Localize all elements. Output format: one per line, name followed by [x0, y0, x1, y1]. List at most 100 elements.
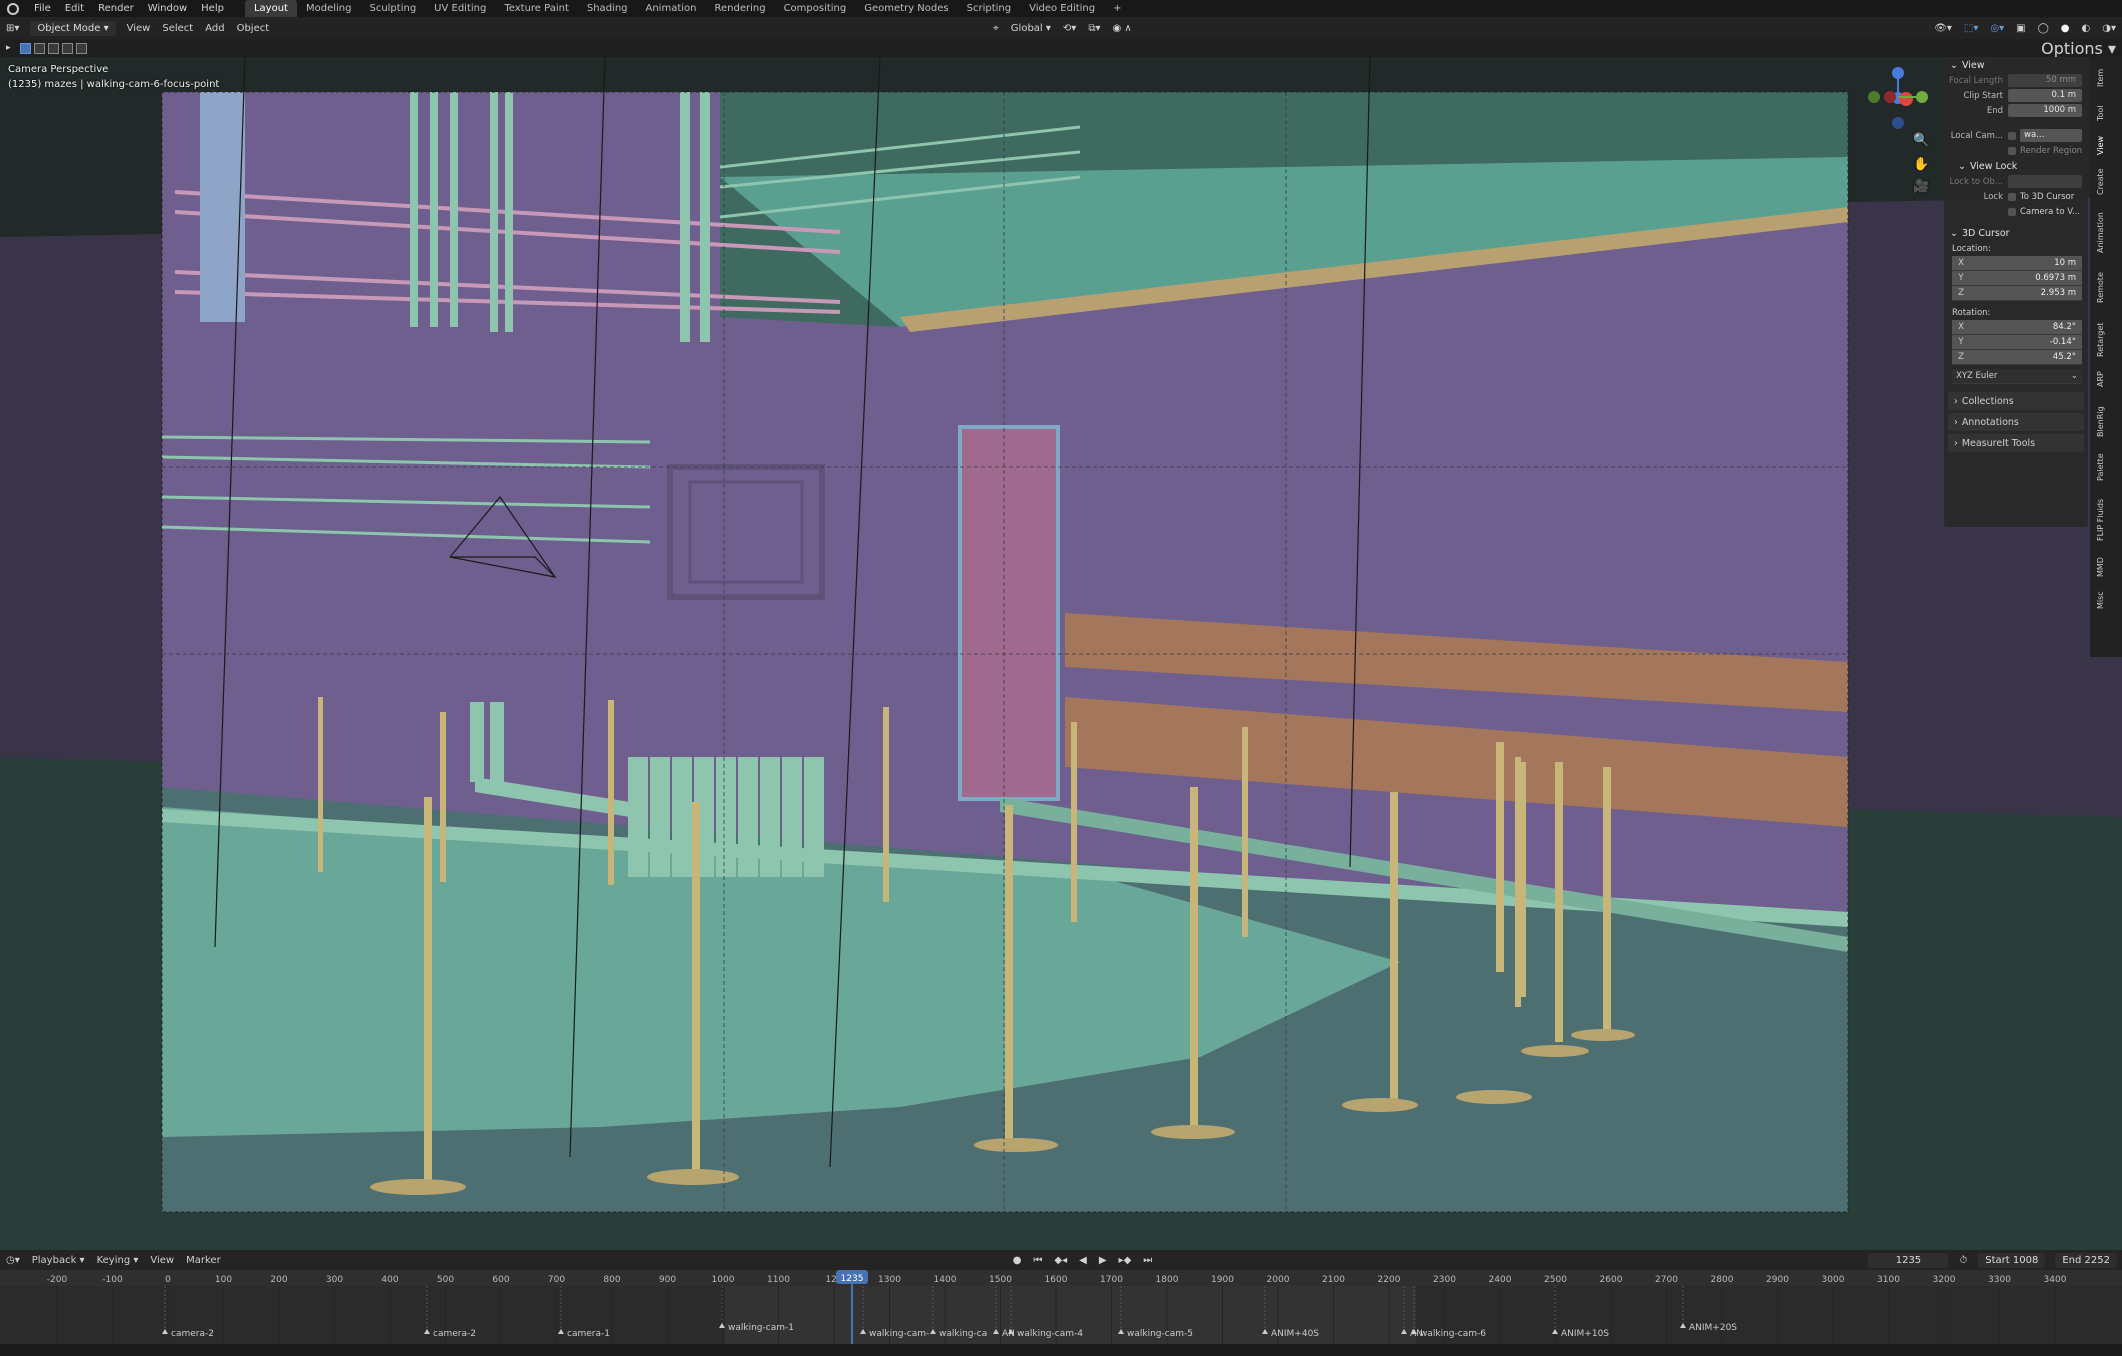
camera-view-icon[interactable]: 🎥: [1913, 179, 1929, 194]
tab-item[interactable]: Item: [2096, 69, 2105, 87]
select-invert-icon[interactable]: [61, 42, 73, 54]
workspace-tab-compositing[interactable]: Compositing: [775, 0, 856, 17]
cursor-rotation-z-field[interactable]: Z 45.2°: [1952, 350, 2082, 365]
marker-label[interactable]: camera-2: [171, 1329, 214, 1339]
jump-end-icon[interactable]: ⏭: [1137, 1253, 1158, 1268]
playback-menu[interactable]: Playback ▾: [26, 1253, 91, 1268]
transform-orientation-icon[interactable]: ⌖: [987, 21, 1005, 36]
timeline-view-menu[interactable]: View: [144, 1253, 180, 1268]
measureit-section[interactable]: › MeasureIt Tools: [1948, 434, 2084, 452]
pivot-icon[interactable]: ⟲▾: [1057, 21, 1082, 36]
marker-label[interactable]: walking-cam-4: [1017, 1329, 1083, 1339]
tab-retarget[interactable]: Retarget: [2096, 323, 2105, 357]
workspace-tab-modeling[interactable]: Modeling: [297, 0, 361, 17]
render-region-checkbox[interactable]: [2008, 146, 2016, 155]
marker-menu[interactable]: Marker: [180, 1253, 227, 1268]
rotation-mode-dropdown[interactable]: XYZ Euler ⌄: [1952, 369, 2082, 384]
local-camera-field[interactable]: wa...: [2020, 129, 2082, 142]
overlays-icon[interactable]: ◎▾: [1984, 21, 2010, 36]
3d-viewport[interactable]: Camera Perspective (1235) mazes | walkin…: [0, 57, 2122, 1250]
shading-rendered-icon[interactable]: ◑▾: [2096, 21, 2122, 36]
marker-label[interactable]: ANIM+20S: [1689, 1323, 1737, 1333]
marker-label[interactable]: ANIM+10S: [1561, 1329, 1609, 1339]
workspace-tab-layout[interactable]: Layout: [244, 0, 297, 17]
tab-misc[interactable]: Misc: [2096, 591, 2105, 609]
menu-file[interactable]: File: [27, 3, 58, 14]
workspace-tab-rendering[interactable]: Rendering: [705, 0, 774, 17]
to-3d-cursor-checkbox[interactable]: [2008, 192, 2016, 201]
tab-animation[interactable]: Animation: [2096, 212, 2105, 253]
marker-label[interactable]: camera-1: [567, 1329, 610, 1339]
tab-arp[interactable]: ARP: [2096, 371, 2105, 387]
marker-triangle[interactable]: [719, 1323, 725, 1328]
marker-triangle[interactable]: [558, 1329, 564, 1334]
proportional-edit-icon[interactable]: ◉ ∧: [1106, 21, 1137, 36]
menu-object[interactable]: Object: [231, 21, 276, 36]
lock-to-object-field[interactable]: [2008, 175, 2082, 188]
cursor-location-z-field[interactable]: Z 2.953 m: [1952, 286, 2082, 301]
timeline-editor-icon[interactable]: ◷▾: [0, 1253, 26, 1268]
clock-icon[interactable]: ⏱: [1953, 1253, 1973, 1268]
menu-select[interactable]: Select: [156, 21, 199, 36]
marker-label[interactable]: camera-2: [433, 1329, 476, 1339]
select-intersect-icon[interactable]: [75, 42, 87, 54]
marker-triangle[interactable]: [1552, 1329, 1558, 1334]
menu-add[interactable]: Add: [199, 21, 230, 36]
snap-icon[interactable]: ⧉▾: [1082, 21, 1106, 36]
tab-palette[interactable]: Palette: [2096, 453, 2105, 481]
marker-triangle[interactable]: [424, 1329, 430, 1334]
next-keyframe-icon[interactable]: ▸◆: [1113, 1253, 1138, 1268]
blender-logo-icon[interactable]: [7, 2, 19, 15]
marker-triangle[interactable]: [162, 1329, 168, 1334]
tab-tool[interactable]: Tool: [2096, 105, 2105, 121]
menu-view[interactable]: View: [121, 21, 157, 36]
clip-end-field[interactable]: 1000 m: [2008, 104, 2082, 117]
cursor-rotation-x-field[interactable]: X 84.2°: [1952, 320, 2082, 335]
marker-label[interactable]: walking-ca: [939, 1329, 987, 1339]
menu-edit[interactable]: Edit: [58, 3, 91, 14]
collections-section[interactable]: › Collections: [1948, 392, 2084, 410]
tab-view[interactable]: View: [2096, 136, 2105, 155]
local-camera-checkbox[interactable]: [2008, 131, 2016, 140]
play-icon[interactable]: ▶: [1093, 1253, 1113, 1268]
mode-dropdown[interactable]: Object Mode ▾: [30, 20, 116, 36]
tab-create[interactable]: Create: [2096, 168, 2105, 195]
workspace-tab-geometry-nodes[interactable]: Geometry Nodes: [855, 0, 957, 17]
select-subtract-icon[interactable]: [47, 42, 59, 54]
gizmo-icon[interactable]: ⬚▾: [1958, 21, 1984, 36]
marker-label[interactable]: walking-cam-: [869, 1329, 929, 1339]
cursor-location-x-field[interactable]: X 10 m: [1952, 256, 2082, 271]
workspace-tab-sculpting[interactable]: Sculpting: [360, 0, 425, 17]
current-frame-field[interactable]: 1235: [1868, 1252, 1949, 1268]
view-lock-header[interactable]: ⌄ View Lock: [1944, 158, 2088, 174]
view-section-header[interactable]: ⌄ View: [1944, 57, 2088, 73]
timeline-area[interactable]: -200 -100 0 100 200 300 400 500 600 700 800 900 1000…: [0, 1270, 2122, 1344]
xray-icon[interactable]: ▣: [2010, 21, 2031, 36]
add-workspace-button[interactable]: +: [1104, 0, 1130, 17]
shading-solid-icon[interactable]: ●: [2055, 21, 2076, 36]
keying-menu[interactable]: Keying ▾: [91, 1253, 145, 1268]
marker-label[interactable]: walking-cam-6: [1420, 1329, 1486, 1339]
marker-label[interactable]: ANIM+40S: [1271, 1329, 1319, 1339]
3d-cursor-section-header[interactable]: ⌄ 3D Cursor: [1944, 225, 2088, 241]
workspace-tab-animation[interactable]: Animation: [637, 0, 706, 17]
workspace-tab-texture-paint[interactable]: Texture Paint: [495, 0, 578, 17]
start-frame-field[interactable]: Start 1008: [1978, 1252, 2046, 1268]
visibility-icon[interactable]: 👁▾: [1928, 21, 1958, 36]
jump-start-icon[interactable]: ⏮: [1027, 1253, 1048, 1268]
select-extend-icon[interactable]: [33, 42, 45, 54]
cursor-rotation-y-field[interactable]: Y -0.14°: [1952, 335, 2082, 350]
zoom-icon[interactable]: 🔍: [1913, 133, 1929, 148]
focal-length-field[interactable]: 50 mm: [2008, 74, 2082, 87]
end-frame-field[interactable]: End 2252: [2055, 1252, 2117, 1268]
marker-triangle[interactable]: [1680, 1323, 1686, 1328]
tool-toggle-icon[interactable]: ▸: [0, 41, 17, 55]
workspace-tab-uv-editing[interactable]: UV Editing: [425, 0, 495, 17]
tab-flip-fluids[interactable]: FLIP Fluids: [2096, 499, 2105, 541]
tab-blenrig[interactable]: BlenRig: [2096, 406, 2105, 437]
orientation-dropdown[interactable]: Global ▾: [1005, 21, 1057, 36]
camera-to-view-checkbox[interactable]: [2008, 207, 2016, 216]
workspace-tab-shading[interactable]: Shading: [578, 0, 637, 17]
cursor-location-y-field[interactable]: Y 0.6973 m: [1952, 271, 2082, 286]
shading-material-icon[interactable]: ◐: [2076, 21, 2097, 36]
